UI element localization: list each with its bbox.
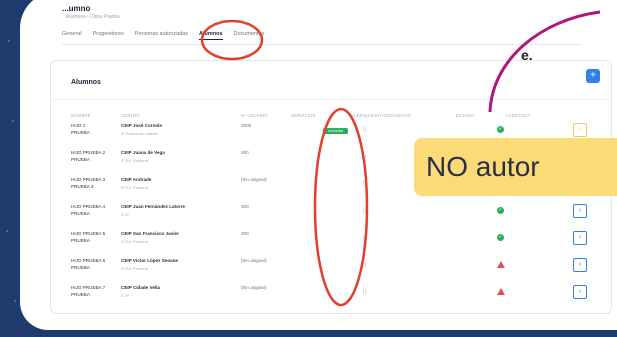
usuario-number: [Sin asignar] (241, 285, 267, 290)
curso-label: O 4º (121, 293, 129, 298)
tab-general[interactable]: General (62, 28, 82, 42)
alumno-surname: PRUEBA (71, 157, 90, 162)
table-row: HIJO PRUEBA 6 PRUEBA CEIP Víctor López Seo… (51, 258, 611, 284)
drag-handle-icon[interactable]: ⠿ (362, 127, 367, 134)
centro-name: CEIP Víctor López Seoane (121, 258, 179, 263)
status-warning-icon (497, 261, 505, 268)
curso-label: 5º Ed. Primaria (121, 185, 148, 190)
centro-name: CEIP Juan Fernández Latorre (121, 204, 185, 209)
header-ludoteca: LUDOTECA (506, 113, 531, 118)
header-servicios: SERVICIOS (291, 113, 316, 118)
breadcrumb: ...Alumnos • Clara Prueba (62, 14, 120, 20)
header-alergias: ALERGIAS/INTOLERANCIAS (351, 113, 412, 118)
header-centro: CENTRO (121, 113, 140, 118)
centro-name: CEIP San Francisco Javier (121, 231, 179, 236)
status-ok-icon: ✓ (497, 207, 504, 214)
open-ludoteca-button[interactable]: › (573, 123, 587, 137)
curso-label: 3º Ed. Primaria (121, 239, 148, 244)
usuario-number: [Sin asignar] (241, 177, 267, 182)
status-ok-icon: ✓ (497, 234, 504, 241)
alumno-name: HIJO 1 (71, 123, 86, 128)
curso-label: 4º Educación Infantil (121, 131, 158, 136)
header-estado: ESTADO (456, 113, 475, 118)
centro-name: CEIP José Cornide (121, 123, 163, 128)
page-title: ...umno (62, 4, 91, 13)
annotation-label: e. (521, 47, 533, 63)
chevron-right-icon: › (578, 207, 582, 214)
centro-name: CEIP Juana de Vega (121, 150, 165, 155)
curso-label: O 4º (121, 212, 129, 217)
header-usuario: Nº USUARIO (241, 113, 268, 118)
alumno-name: HIJO PRUEBA 7 (71, 285, 106, 290)
usuario-number: 0000 (241, 123, 252, 128)
tab-personas-autorizadas[interactable]: Personas autorizadas (135, 28, 188, 42)
centro-name: CEIP Andrade (121, 177, 152, 182)
table-row: HIJO PRUEBA 4 PRUEBA CEIP Juan Fernández L… (51, 204, 611, 230)
servicio-badge: Comedor (323, 128, 348, 134)
tab-progenitores[interactable]: Progenitores (93, 28, 124, 42)
card-divider (51, 99, 611, 100)
header-nombre: NOMBRE (71, 113, 91, 118)
tab-documentos[interactable]: Documentos (234, 28, 265, 42)
curso-label: 3º Ed. Primaria (121, 158, 148, 163)
alumno-surname: PRUEBA (71, 292, 90, 297)
status-ok-icon: ✓ (497, 126, 504, 133)
open-ludoteca-button[interactable]: › (573, 258, 587, 272)
status-warning-icon (497, 288, 505, 295)
alumno-surname: PRUEBA (71, 130, 90, 135)
usuario-number: 000 (241, 231, 249, 236)
tabs-divider (62, 44, 582, 45)
alumno-name: HIJO PRUEBA 6 (71, 258, 106, 263)
add-alumno-button[interactable]: + (586, 69, 600, 83)
open-ludoteca-button[interactable]: › (573, 285, 587, 299)
plus-icon: + (590, 70, 596, 81)
drag-handle-icon[interactable]: ⠿ (362, 262, 367, 269)
open-ludoteca-button[interactable]: › (573, 204, 587, 218)
chevron-right-icon: › (578, 126, 582, 133)
usuario-number: [Sin asignar] (241, 258, 267, 263)
drag-handle-icon[interactable]: ⠿ (362, 154, 367, 161)
alumno-surname: PRUEBA (71, 211, 90, 216)
tab-bar: General Progenitores Personas autorizada… (62, 28, 264, 42)
drag-handle-icon[interactable]: ⠿ (362, 289, 367, 296)
curso-label: 3º Ed. Primaria (121, 266, 148, 271)
drag-handle-icon[interactable]: ⠿ (362, 235, 367, 242)
drag-handle-icon[interactable]: ⠿ (362, 181, 367, 188)
chevron-right-icon: › (578, 261, 582, 268)
usuario-number: 000 (241, 204, 249, 209)
centro-name: CEIP Cidade Vella (121, 285, 160, 290)
chevron-right-icon: › (578, 288, 582, 295)
chevron-right-icon: › (578, 234, 582, 241)
table-row: HIJO PRUEBA 7 PRUEBA CEIP Cidade Vella O 4º… (51, 285, 611, 311)
alumno-name: HIJO PRUEBA 2 (71, 150, 106, 155)
card-title: Alumnos (71, 79, 101, 86)
table-row: HIJO PRUEBA 5 PRUEBA CEIP San Francisco Ja… (51, 231, 611, 257)
open-ludoteca-button[interactable]: › (573, 231, 587, 245)
alumno-surname: PRUEBA (71, 238, 90, 243)
alumno-name: HIJO PRUEBA 3 (71, 177, 106, 182)
usuario-number: 000 (241, 150, 249, 155)
alumno-name: HIJO PRUEBA 5 (71, 231, 106, 236)
note-banner: NO autor (414, 138, 617, 196)
alumno-surname: PRUEBA 3 (71, 184, 94, 189)
tab-alumnos[interactable]: Alumnos (198, 28, 223, 40)
alumno-name: HIJO PRUEBA 4 (71, 204, 106, 209)
alumno-surname: PRUEBA (71, 265, 90, 270)
drag-handle-icon[interactable]: ⠿ (362, 208, 367, 215)
